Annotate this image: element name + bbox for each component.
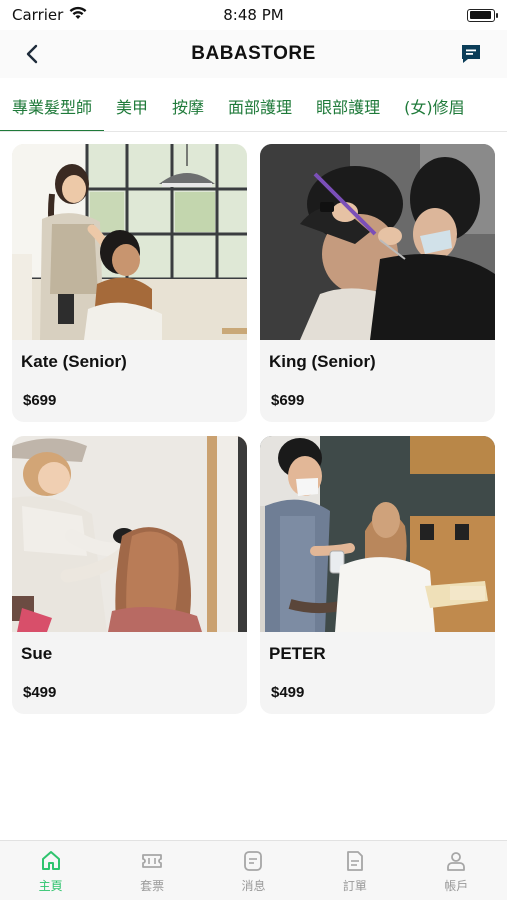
category-tabs: 專業髮型師 美甲 按摩 面部護理 眼部護理 (女)修眉: [0, 80, 507, 132]
stylist-price: $699: [271, 392, 305, 409]
stylist-grid: Kate (Senior) $699 King (Senior) $699 Su…: [12, 144, 496, 714]
tab-eye-care[interactable]: 眼部護理: [304, 80, 392, 131]
tab-hair-stylist[interactable]: 專業髮型師: [0, 80, 105, 131]
status-bar: Carrier 8:48 PM: [0, 0, 507, 30]
stylist-card[interactable]: PETER $499: [260, 436, 495, 714]
tab-eyebrow[interactable]: (女)修眉: [392, 80, 477, 131]
page-title: BABASTORE: [191, 43, 316, 64]
home-icon: [41, 851, 60, 870]
stylist-card[interactable]: Sue $499: [12, 436, 247, 714]
tab-tickets-label: 套票: [140, 879, 165, 893]
status-left: Carrier: [12, 6, 87, 24]
wifi-icon: [69, 6, 87, 24]
battery-icon: [467, 8, 498, 22]
tab-home[interactable]: 主頁: [11, 849, 91, 894]
tab-massage[interactable]: 按摩: [160, 80, 216, 131]
stylist-price: $499: [23, 684, 57, 701]
message-square-icon: [462, 45, 480, 63]
tab-account-label: 帳戶: [444, 879, 469, 893]
chat-button[interactable]: [457, 40, 485, 68]
tab-nails[interactable]: 美甲: [104, 80, 160, 131]
tab-messages-label: 消息: [241, 879, 266, 893]
tab-orders-label: 訂單: [342, 879, 367, 893]
stylist-card[interactable]: King (Senior) $699: [260, 144, 495, 422]
ticket-icon: [142, 854, 162, 868]
stylist-name: Kate (Senior): [21, 352, 127, 371]
stylist-photo: [12, 144, 247, 340]
stylist-name: PETER: [269, 644, 326, 663]
stylist-price: $499: [271, 684, 305, 701]
stylist-name: King (Senior): [269, 352, 376, 371]
tab-home-label: 主頁: [38, 879, 63, 893]
battery-level: [469, 11, 492, 19]
tab-facial[interactable]: 面部護理: [216, 80, 304, 131]
nav-bar: BABASTORE: [0, 30, 507, 78]
stylist-photo: [260, 436, 495, 632]
stylist-name: Sue: [21, 644, 53, 663]
tab-account[interactable]: 帳戶: [416, 849, 496, 894]
user-icon: [447, 852, 466, 871]
bottom-tab-bar: 主頁 套票 消息 訂單 帳戶: [0, 840, 507, 900]
tab-orders[interactable]: 訂單: [315, 849, 395, 894]
stylist-photo: [12, 436, 247, 632]
back-button[interactable]: [18, 40, 46, 68]
tab-tickets[interactable]: 套票: [112, 849, 192, 894]
screen: Carrier 8:48 PM BABASTORE 專業髮型師 美甲 按摩 面部…: [0, 0, 507, 900]
stylist-card[interactable]: Kate (Senior) $699: [12, 144, 247, 422]
stylist-photo: [260, 144, 495, 340]
stylist-price: $699: [23, 392, 57, 409]
document-icon: [346, 851, 363, 871]
chevron-left-icon: [26, 44, 38, 64]
tab-messages[interactable]: 消息: [213, 849, 293, 894]
message-icon: [244, 851, 263, 871]
carrier-label: Carrier: [12, 6, 64, 24]
